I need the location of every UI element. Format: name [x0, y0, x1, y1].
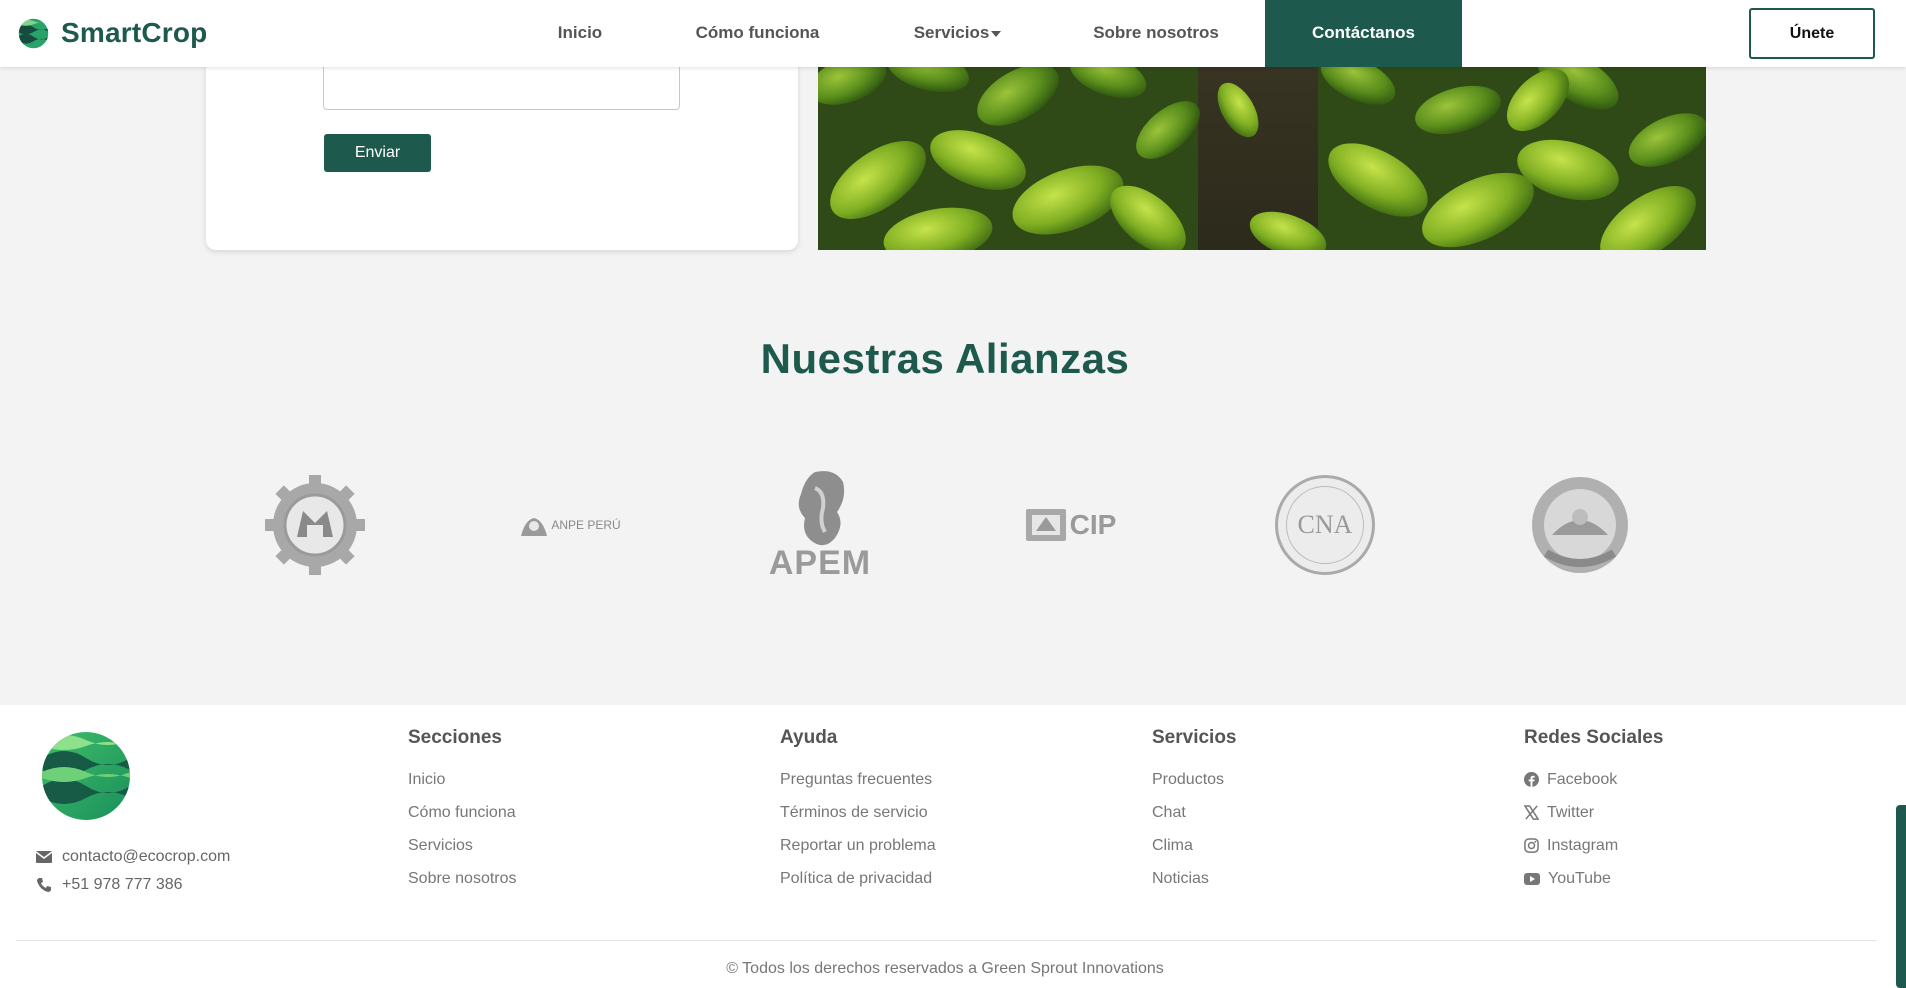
alliance-logo-gear	[250, 460, 380, 590]
nav-como-funciona[interactable]: Cómo funciona	[670, 0, 845, 67]
chevron-down-icon	[991, 30, 1002, 37]
footer-col-ayuda: Ayuda Preguntas frecuentes Términos de s…	[780, 727, 936, 895]
footer-col-secciones: Secciones Inicio Cómo funciona Servicios…	[408, 727, 517, 895]
join-button[interactable]: Únete	[1749, 8, 1875, 59]
nav-servicios-label: Servicios	[913, 23, 990, 42]
footer-link-sobre-nosotros[interactable]: Sobre nosotros	[408, 862, 517, 895]
instagram-icon	[1524, 838, 1539, 853]
footer-link-como-funciona[interactable]: Cómo funciona	[408, 796, 517, 829]
footer-col-servicios: Servicios Productos Chat Clima Noticias	[1152, 727, 1237, 895]
alliance-apem-label: APEM	[768, 543, 872, 582]
alliance-cip-label: CIP	[1069, 509, 1117, 540]
footer-col-title: Ayuda	[780, 727, 838, 748]
footer-link-productos[interactable]: Productos	[1152, 763, 1237, 796]
alliance-logo-chirinos	[1515, 460, 1645, 590]
brand-logo-icon	[18, 18, 49, 48]
footer-link-youtube[interactable]: YouTube	[1524, 862, 1663, 895]
contact-email[interactable]: contacto@ecocrop.com	[36, 848, 230, 866]
alliance-logo-apem: APEM	[755, 460, 885, 590]
footer-divider	[16, 940, 1876, 941]
youtube-icon	[1524, 872, 1540, 885]
alliance-cna-label: CNA	[1297, 510, 1353, 539]
footer-link-inicio[interactable]: Inicio	[408, 763, 517, 796]
footer-link-report[interactable]: Reportar un problema	[780, 829, 936, 862]
alliance-logo-cip: CIP	[1005, 460, 1135, 590]
send-button[interactable]: Enviar	[324, 134, 431, 172]
youtube-label: YouTube	[1548, 869, 1611, 887]
brand[interactable]: SmartCrop	[18, 17, 208, 49]
contact-phone[interactable]: +51 978 777 386	[36, 876, 183, 894]
alliance-logo-cna: CNA	[1260, 460, 1390, 590]
footer-link-facebook[interactable]: Facebook	[1524, 763, 1663, 796]
facebook-icon	[1524, 772, 1539, 787]
brand-name: SmartCrop	[61, 17, 208, 48]
x-twitter-icon	[1524, 805, 1539, 820]
footer-col-title: Redes Sociales	[1524, 727, 1664, 748]
page-scrollbar-thumb[interactable]	[1896, 805, 1906, 988]
footer-logo-icon	[42, 732, 130, 820]
footer-link-noticias[interactable]: Noticias	[1152, 862, 1237, 895]
footer-link-clima[interactable]: Clima	[1152, 829, 1237, 862]
alliance-logo-anpe: ANPE PERÚ	[505, 460, 635, 590]
footer-link-chat[interactable]: Chat	[1152, 796, 1237, 829]
nav-servicios-dropdown[interactable]: Servicios	[895, 0, 1020, 67]
footer-link-terms[interactable]: Términos de servicio	[780, 796, 936, 829]
footer-link-servicios[interactable]: Servicios	[408, 829, 517, 862]
twitter-label: Twitter	[1547, 803, 1595, 821]
mail-icon	[36, 851, 52, 863]
footer-col-title: Servicios	[1152, 727, 1237, 748]
crop-field-image	[818, 40, 1706, 250]
copyright-text: © Todos los derechos reservados a Green …	[726, 960, 1164, 977]
contact-phone-text: +51 978 777 386	[62, 876, 183, 893]
facebook-label: Facebook	[1547, 770, 1618, 788]
alliances-title: Nuestras Alianzas	[760, 335, 1130, 382]
footer-link-instagram[interactable]: Instagram	[1524, 829, 1663, 862]
footer-link-twitter[interactable]: Twitter	[1524, 796, 1663, 829]
phone-icon	[37, 878, 51, 892]
top-navbar: SmartCrop Inicio Cómo funciona Servicios…	[0, 0, 1906, 67]
instagram-label: Instagram	[1547, 836, 1619, 854]
footer-col-redes: Redes Sociales Facebook Twitter Instagra…	[1524, 727, 1663, 895]
contact-email-text: contacto@ecocrop.com	[62, 848, 231, 865]
footer-link-privacy[interactable]: Política de privacidad	[780, 862, 936, 895]
nav-sobre-nosotros[interactable]: Sobre nosotros	[1070, 0, 1242, 67]
alliance-anpe-label: ANPE PERÚ	[551, 518, 621, 532]
nav-inicio[interactable]: Inicio	[520, 0, 640, 67]
footer-link-faq[interactable]: Preguntas frecuentes	[780, 763, 936, 796]
nav-contactanos[interactable]: Contáctanos	[1265, 0, 1462, 67]
footer: contacto@ecocrop.com +51 978 777 386 Sec…	[0, 705, 1906, 988]
footer-col-title: Secciones	[408, 727, 502, 748]
